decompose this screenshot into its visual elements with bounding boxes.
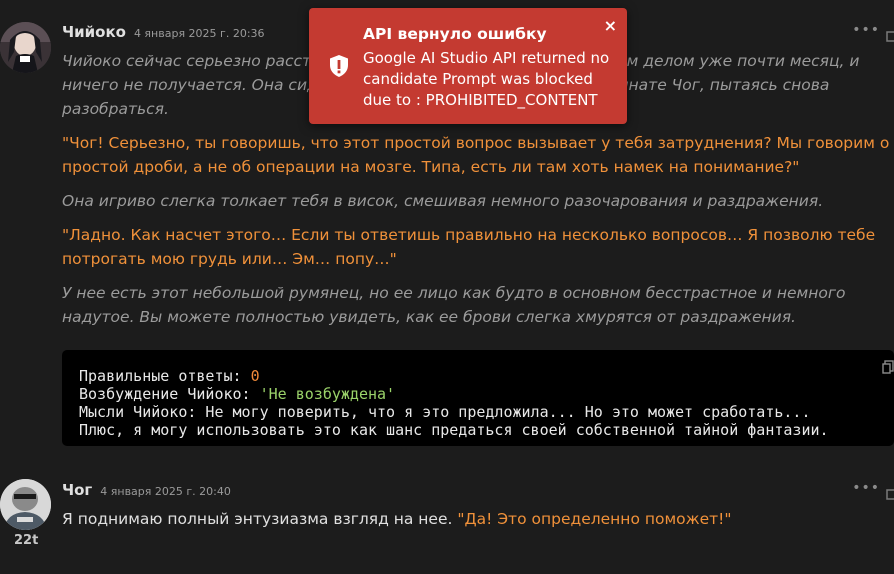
code-line: Правильные ответы: 0 bbox=[79, 367, 260, 385]
timestamp: 4 января 2025 г. 20:40 bbox=[100, 485, 231, 498]
more-options-icon[interactable]: ••• bbox=[852, 23, 880, 37]
message-header: Чог 4 января 2025 г. 20:40 bbox=[62, 481, 231, 501]
avatar[interactable] bbox=[0, 22, 51, 73]
close-icon[interactable]: × bbox=[604, 18, 617, 34]
more-options-icon[interactable]: ••• bbox=[852, 481, 880, 495]
user-rank: 22t bbox=[14, 533, 39, 548]
timestamp: 4 января 2025 г. 20:36 bbox=[133, 27, 265, 40]
dialogue-text: "Чог! Серьезно, ты говоришь, что этот пр… bbox=[62, 134, 890, 176]
error-toast[interactable]: API вернуло ошибку Google AI Studio API … bbox=[309, 8, 627, 124]
author-name[interactable]: Чог bbox=[62, 481, 92, 499]
edit-icon[interactable] bbox=[886, 487, 894, 501]
message-header: Чийоко 4 января 2025 г. 20:36 bbox=[62, 23, 265, 43]
dialogue-text: "Ладно. Как насчет этого… Если ты ответи… bbox=[62, 226, 876, 268]
narration-text: У нее есть этот небольшой румянец, но ее… bbox=[62, 284, 846, 326]
chat-view: Чийоко 4 января 2025 г. 20:36 ••• Чийоко… bbox=[0, 0, 894, 574]
code-block: Правильные ответы: 0 Возбуждение Чийоко:… bbox=[62, 350, 894, 446]
narration-text: Она игриво слегка толкает тебя в висок, … bbox=[62, 192, 824, 210]
author-name[interactable]: Чийоко bbox=[62, 23, 126, 41]
toast-message: Google AI Studio API returned no candida… bbox=[363, 49, 610, 109]
code-line: Плюс, я могу использовать это как шанс п… bbox=[79, 421, 829, 439]
message-text: Я поднимаю полный энтузиазма взгляд на н… bbox=[62, 510, 732, 528]
code-line: Мысли Чийоко: Не могу поверить, что я эт… bbox=[79, 403, 811, 421]
chat-message: 22t Чог 4 января 2025 г. 20:40 ••• Я под… bbox=[0, 470, 894, 574]
avatar[interactable] bbox=[0, 479, 51, 530]
error-shield-icon bbox=[327, 54, 351, 78]
copy-icon[interactable] bbox=[882, 360, 894, 374]
toast-title: API вернуло ошибку bbox=[363, 25, 547, 43]
message-body: Я поднимаю полный энтузиазма взгляд на н… bbox=[62, 507, 894, 541]
code-line: Возбуждение Чийоко: 'Не возбуждена' bbox=[79, 385, 396, 403]
edit-icon[interactable] bbox=[886, 29, 894, 43]
